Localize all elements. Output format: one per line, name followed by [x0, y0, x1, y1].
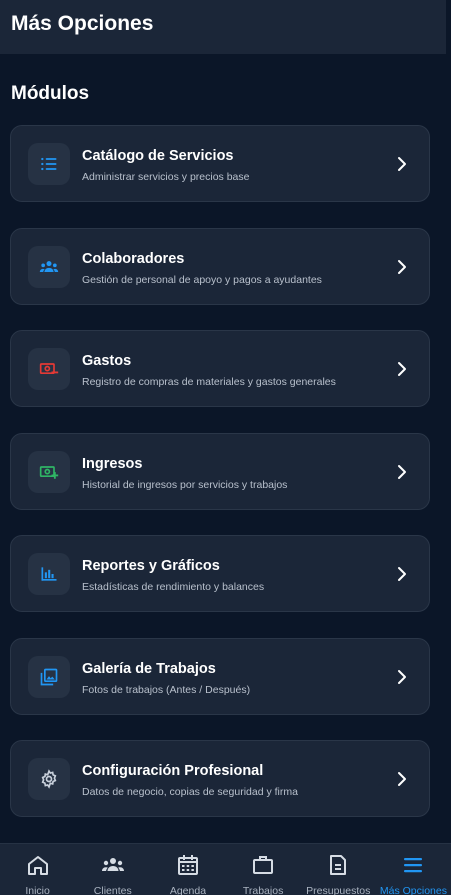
module-card-catalogo-de-servicios[interactable]: Catálogo de Servicios Administrar servic… — [10, 125, 430, 202]
document-icon — [326, 853, 350, 882]
module-subtitle: Datos de negocio, copias de seguridad y … — [82, 786, 298, 798]
module-card-galeria-de-trabajos[interactable]: Galería de Trabajos Fotos de trabajos (A… — [10, 637, 430, 715]
menu-icon — [401, 853, 425, 882]
chevron-right-icon — [397, 361, 407, 377]
module-title: Reportes y Gráficos — [82, 558, 220, 574]
chevron-right-icon — [397, 669, 407, 685]
gallery-icon — [28, 655, 70, 698]
people-icon — [28, 245, 70, 288]
gear-icon — [28, 758, 70, 800]
briefcase-icon — [251, 853, 275, 882]
module-card-ingresos[interactable]: Ingresos Historial de ingresos por servi… — [10, 432, 430, 510]
module-card-reportes-y-graficos[interactable]: Reportes y Gráficos Estadísticas de rend… — [10, 535, 430, 612]
page-title: Más Opciones — [11, 12, 154, 35]
money-in-icon — [28, 450, 70, 493]
module-subtitle: Registro de compras de materiales y gast… — [82, 376, 336, 388]
module-subtitle: Historial de ingresos por servicios y tr… — [82, 478, 288, 491]
nav-label: Agenda — [169, 885, 207, 895]
nav-item-clientes[interactable]: Clientes — [75, 844, 150, 895]
chevron-right-icon — [397, 156, 407, 172]
app-header: Más Opciones — [0, 0, 446, 54]
home-icon — [26, 853, 50, 882]
nav-item-presupuestos[interactable]: Presupuestos — [301, 844, 376, 895]
calendar-icon — [176, 853, 200, 882]
nav-item-inicio[interactable]: Inicio — [0, 844, 75, 895]
nav-item-agenda[interactable]: Agenda — [150, 844, 225, 895]
module-title: Gastos — [82, 353, 132, 369]
module-card-gastos[interactable]: Gastos Registro de compras de materiales… — [10, 330, 430, 407]
module-title: Galería de Trabajos — [82, 660, 216, 677]
bottom-navigation: Inicio Clientes Agenda Trabajos Presupue… — [0, 843, 451, 895]
chevron-right-icon — [397, 464, 407, 480]
money-out-icon — [28, 348, 70, 390]
section-title: Módulos — [11, 83, 90, 104]
module-title: Catálogo de Servicios — [82, 148, 234, 164]
module-subtitle: Gestión de personal de apoyo y pagos a a… — [82, 273, 322, 286]
module-card-colaboradores[interactable]: Colaboradores Gestión de personal de apo… — [10, 227, 430, 305]
bar-chart-icon — [28, 553, 70, 595]
nav-label: Trabajos — [242, 885, 284, 895]
nav-item-trabajos[interactable]: Trabajos — [226, 844, 301, 895]
nav-label: Clientes — [93, 885, 132, 895]
people-icon — [101, 853, 125, 882]
nav-item-mas-opciones[interactable]: Más Opciones — [376, 844, 451, 895]
chevron-right-icon — [397, 259, 407, 275]
nav-label: Presupuestos — [306, 885, 371, 895]
nav-label: Inicio — [25, 885, 50, 895]
module-title: Ingresos — [82, 455, 143, 472]
chevron-right-icon — [397, 771, 407, 787]
chevron-right-icon — [397, 566, 407, 582]
module-title: Colaboradores — [82, 250, 185, 267]
module-subtitle: Administrar servicios y precios base — [82, 171, 250, 183]
nav-label: Más Opciones — [379, 885, 447, 895]
module-card-configuracion-profesional[interactable]: Configuración Profesional Datos de negoc… — [10, 740, 430, 817]
module-subtitle: Estadísticas de rendimiento y balances — [82, 581, 265, 593]
scrollbar[interactable] — [446, 0, 451, 843]
list-icon — [28, 143, 70, 185]
module-subtitle: Fotos de trabajos (Antes / Después) — [82, 683, 251, 696]
module-title: Configuración Profesional — [82, 763, 264, 779]
